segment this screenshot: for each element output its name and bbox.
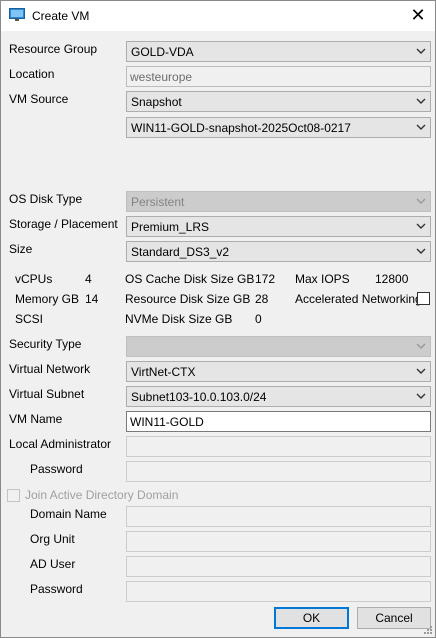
local-administrator-input xyxy=(126,436,431,457)
password-input xyxy=(126,461,431,482)
join-ad-domain-checkbox[interactable] xyxy=(7,489,20,502)
chevron-down-icon xyxy=(416,393,426,399)
close-icon[interactable]: ✕ xyxy=(406,4,430,26)
nvme-label: NVMe Disk Size GB xyxy=(125,312,233,326)
chevron-down-icon xyxy=(416,368,426,374)
monitor-icon xyxy=(9,8,25,21)
storage-value: Premium_LRS xyxy=(131,220,210,234)
chevron-down-icon xyxy=(416,248,426,254)
storage-select[interactable]: Premium_LRS xyxy=(126,216,431,237)
accelerated-networking-checkbox[interactable] xyxy=(417,292,430,305)
size-grip-icon[interactable] xyxy=(422,624,433,635)
memory-label: Memory GB xyxy=(15,292,80,306)
os-disk-type-value: Persistent xyxy=(131,195,185,209)
ad-user-label: AD User xyxy=(30,557,76,571)
chevron-down-icon xyxy=(416,48,426,54)
resource-disk-label: Resource Disk Size GB xyxy=(125,292,251,306)
virtual-network-select[interactable]: VirtNet-CTX xyxy=(126,361,431,382)
size-value: Standard_DS3_v2 xyxy=(131,245,230,259)
nvme-value: 0 xyxy=(255,312,262,326)
domain-name-label: Domain Name xyxy=(30,507,107,521)
memory-value: 14 xyxy=(85,292,99,306)
snapshot-value: WIN11-GOLD-snapshot-2025Oct08-0217 xyxy=(131,121,351,135)
vcpus-label: vCPUs xyxy=(15,272,53,286)
create-vm-dialog: Create VM ✕ Resource Group GOLD-VDA Loca… xyxy=(0,0,436,638)
size-label: Size xyxy=(9,242,33,256)
vm-source-value: Snapshot xyxy=(131,95,182,109)
vm-source-select[interactable]: Snapshot xyxy=(126,91,431,112)
ok-button[interactable]: OK xyxy=(274,607,349,629)
chevron-down-icon xyxy=(416,124,426,130)
vm-name-input[interactable]: WIN11-GOLD xyxy=(126,411,431,432)
cancel-button[interactable]: Cancel xyxy=(357,607,431,629)
chevron-down-icon xyxy=(416,98,426,104)
location-value: westeurope xyxy=(130,70,193,84)
virtual-network-label: Virtual Network xyxy=(9,362,91,376)
chevron-down-icon xyxy=(416,343,426,349)
location-field: westeurope xyxy=(126,66,431,87)
max-iops-label: Max IOPS xyxy=(295,272,350,286)
resource-group-select[interactable]: GOLD-VDA xyxy=(126,41,431,62)
virtual-subnet-value: Subnet103-10.0.103.0/24 xyxy=(131,390,267,404)
scsi-label: SCSI xyxy=(15,312,44,326)
storage-placement-label: Storage / Placement xyxy=(9,217,118,231)
chevron-down-icon xyxy=(416,223,426,229)
os-cache-value: 172 xyxy=(255,272,276,286)
ad-password-label: Password xyxy=(30,582,83,596)
os-disk-type-label: OS Disk Type xyxy=(9,192,83,206)
org-unit-label: Org Unit xyxy=(30,532,75,546)
local-administrator-label: Local Administrator xyxy=(9,437,112,451)
accelerated-networking-label: Accelerated Networking xyxy=(295,292,422,306)
security-type-label: Security Type xyxy=(9,337,82,351)
max-iops-value: 12800 xyxy=(375,272,409,286)
virtual-subnet-label: Virtual Subnet xyxy=(9,387,85,401)
window-title: Create VM xyxy=(32,9,90,23)
chevron-down-icon xyxy=(416,198,426,204)
resource-disk-value: 28 xyxy=(255,292,269,306)
title-bar: Create VM ✕ xyxy=(1,1,435,31)
vm-name-value: WIN11-GOLD xyxy=(130,415,204,429)
resource-group-label: Resource Group xyxy=(9,42,98,56)
os-cache-label: OS Cache Disk Size GB xyxy=(125,272,255,286)
security-type-select xyxy=(126,336,431,357)
password-label: Password xyxy=(30,462,83,476)
location-label: Location xyxy=(9,67,55,81)
vcpus-value: 4 xyxy=(85,272,92,286)
snapshot-select[interactable]: WIN11-GOLD-snapshot-2025Oct08-0217 xyxy=(126,117,431,138)
virtual-network-value: VirtNet-CTX xyxy=(131,365,196,379)
vm-name-label: VM Name xyxy=(9,412,63,426)
virtual-subnet-select[interactable]: Subnet103-10.0.103.0/24 xyxy=(126,386,431,407)
os-disk-type-select: Persistent xyxy=(126,191,431,212)
ad-password-input xyxy=(126,581,431,602)
size-select[interactable]: Standard_DS3_v2 xyxy=(126,241,431,262)
resource-group-value: GOLD-VDA xyxy=(131,45,194,59)
domain-name-input xyxy=(126,506,431,527)
ad-user-input xyxy=(126,556,431,577)
vm-source-label: VM Source xyxy=(9,92,69,106)
join-ad-domain-label: Join Active Directory Domain xyxy=(25,488,179,502)
org-unit-input xyxy=(126,531,431,552)
